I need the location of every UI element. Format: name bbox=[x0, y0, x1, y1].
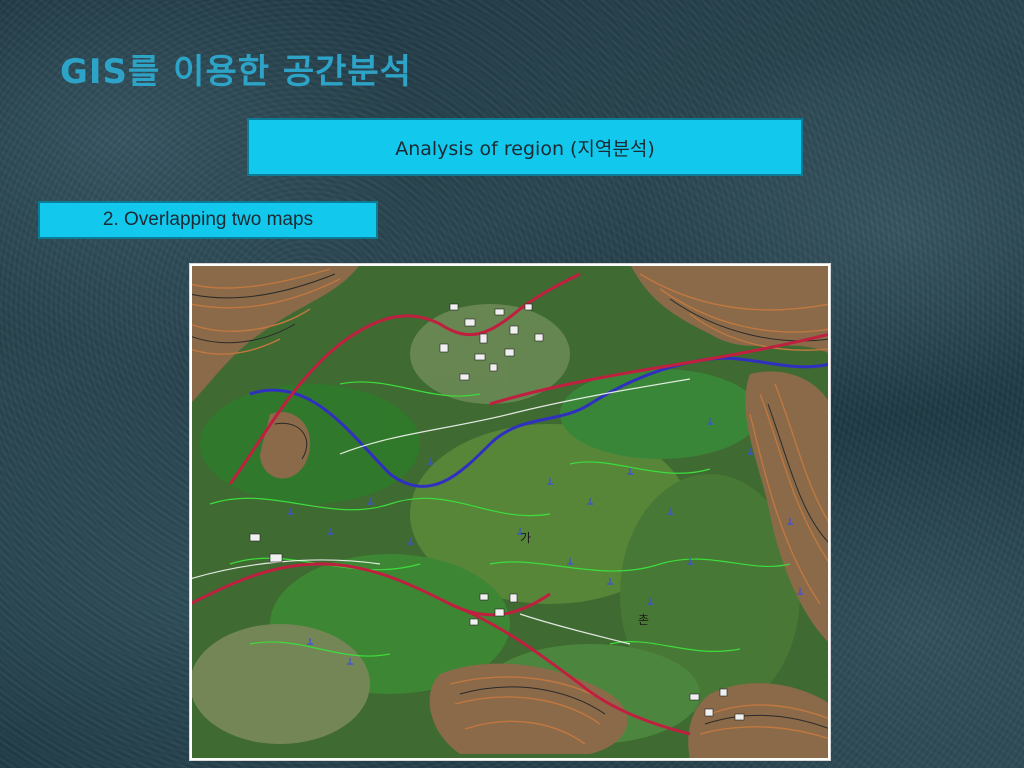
map-label: 촌 bbox=[638, 613, 649, 627]
step-label: 2. Overlapping two maps bbox=[38, 201, 378, 239]
section-banner: Analysis of region (지역분석) bbox=[247, 118, 803, 176]
slide-title: GIS를 이용한 공간분석 bbox=[60, 52, 412, 92]
map-label: 가 bbox=[520, 531, 531, 545]
overlay-map-svg: 가 촌 bbox=[192, 266, 828, 758]
overlay-map-image: 가 촌 bbox=[190, 264, 830, 760]
step-label-text: 2. Overlapping two maps bbox=[102, 209, 314, 230]
section-banner-text: Analysis of region (지역분석) bbox=[395, 137, 655, 160]
